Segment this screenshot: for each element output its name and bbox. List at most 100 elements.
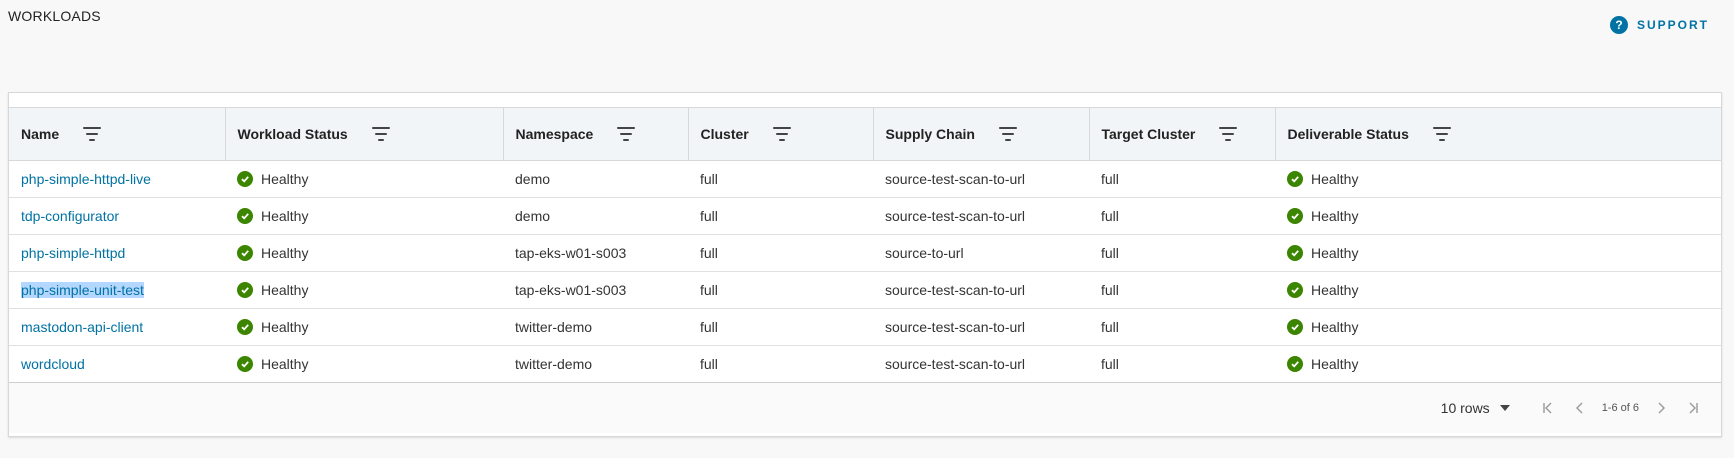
status-text: Healthy xyxy=(261,244,309,261)
cell-cluster: full xyxy=(688,160,873,198)
column-header-workload-status: Workload Status xyxy=(225,108,504,161)
check-circle-icon xyxy=(237,207,253,224)
column-header-label: Namespace xyxy=(515,125,594,142)
status-text: Healthy xyxy=(1311,170,1359,187)
next-page-button[interactable] xyxy=(1650,397,1672,419)
support-label: SUPPORT xyxy=(1636,18,1709,32)
cell-deliverable-status: Healthy xyxy=(1275,308,1721,346)
cell-namespace: tap-eks-w01-s003 xyxy=(503,234,688,272)
check-circle-icon xyxy=(237,355,253,372)
help-circle-icon: ? xyxy=(1609,16,1628,34)
check-circle-icon xyxy=(1287,318,1303,335)
cell-supply-chain: source-test-scan-to-url xyxy=(873,271,1089,309)
status-text: Healthy xyxy=(1311,318,1359,335)
cell-namespace: twitter-demo xyxy=(503,345,688,383)
column-header-target-cluster: Target Cluster xyxy=(1089,108,1276,161)
cell-namespace: demo xyxy=(503,197,688,235)
table-row: wordcloud Healthy twitter-demo full sour… xyxy=(9,345,1721,383)
first-page-icon xyxy=(1542,402,1552,413)
check-circle-icon xyxy=(237,170,253,187)
check-circle-icon xyxy=(1287,244,1303,261)
column-header-name: Name xyxy=(9,108,226,161)
check-circle-icon xyxy=(237,318,253,335)
workloads-table: Name Workload Status Namespace Cluster S… xyxy=(9,108,1721,383)
workload-link[interactable]: php-simple-httpd xyxy=(21,245,125,261)
status-text: Healthy xyxy=(261,170,309,187)
cell-deliverable-status: Healthy xyxy=(1275,234,1721,272)
table-row: php-simple-unit-test Healthy tap-eks-w01… xyxy=(9,271,1721,309)
column-header-label: Target Cluster xyxy=(1101,125,1196,142)
cell-namespace: twitter-demo xyxy=(503,308,688,346)
cell-cluster: full xyxy=(688,308,873,346)
filter-icon[interactable] xyxy=(997,125,1019,143)
support-link[interactable]: ? SUPPORT xyxy=(1609,16,1709,34)
status-text: Healthy xyxy=(261,318,309,335)
page-info: 1-6 of 6 xyxy=(1601,401,1639,414)
cell-name: mastodon-api-client xyxy=(9,308,225,346)
status-text: Healthy xyxy=(1311,281,1359,298)
filter-icon[interactable] xyxy=(615,125,637,143)
last-page-button[interactable] xyxy=(1682,397,1704,419)
cell-target-cluster: full xyxy=(1089,197,1275,235)
cell-cluster: full xyxy=(688,197,873,235)
cell-target-cluster: full xyxy=(1089,345,1275,383)
column-header-cluster: Cluster xyxy=(688,108,874,161)
filter-icon[interactable] xyxy=(1431,125,1453,143)
status-text: Healthy xyxy=(261,281,309,298)
check-circle-icon xyxy=(237,281,253,298)
cell-cluster: full xyxy=(688,345,873,383)
cell-cluster: full xyxy=(688,271,873,309)
page-title: WORKLOADS xyxy=(8,8,101,24)
datagrid-footer: 10 rows 1-6 of 6 xyxy=(9,382,1721,433)
cell-workload-status: Healthy xyxy=(225,234,503,272)
workload-link[interactable]: php-simple-httpd-live xyxy=(21,171,151,187)
cell-target-cluster: full xyxy=(1089,234,1275,272)
filter-icon[interactable] xyxy=(370,125,392,143)
status-text: Healthy xyxy=(1311,355,1359,372)
rows-per-page-select[interactable]: 10 rows xyxy=(1441,400,1510,416)
cell-supply-chain: source-test-scan-to-url xyxy=(873,308,1089,346)
cell-name: php-simple-unit-test xyxy=(9,271,225,309)
chevron-left-icon xyxy=(1575,402,1583,413)
cell-workload-status: Healthy xyxy=(225,308,503,346)
status-text: Healthy xyxy=(261,207,309,224)
cell-workload-status: Healthy xyxy=(225,345,503,383)
cell-supply-chain: source-test-scan-to-url xyxy=(873,197,1089,235)
cell-workload-status: Healthy xyxy=(225,197,503,235)
grid-top-border xyxy=(9,93,1721,108)
column-header-deliverable-status: Deliverable Status xyxy=(1275,108,1721,161)
check-circle-icon xyxy=(1287,281,1303,298)
cell-supply-chain: source-to-url xyxy=(873,234,1089,272)
cell-namespace: tap-eks-w01-s003 xyxy=(503,271,688,309)
cell-cluster: full xyxy=(688,234,873,272)
check-circle-icon xyxy=(1287,355,1303,372)
table-row: php-simple-httpd-live Healthy demo full … xyxy=(9,160,1721,198)
column-header-label: Workload Status xyxy=(237,125,348,142)
cell-deliverable-status: Healthy xyxy=(1275,160,1721,198)
previous-page-button[interactable] xyxy=(1569,397,1591,419)
status-text: Healthy xyxy=(261,355,309,372)
column-header-label: Name xyxy=(21,125,60,142)
workload-link[interactable]: wordcloud xyxy=(21,356,85,372)
cell-name: php-simple-httpd xyxy=(9,234,225,272)
workload-link[interactable]: tdp-configurator xyxy=(21,208,119,224)
check-circle-icon xyxy=(237,244,253,261)
table-row: tdp-configurator Healthy demo full sourc… xyxy=(9,197,1721,235)
table-header-row: Name Workload Status Namespace Cluster S… xyxy=(9,108,1721,161)
cell-name: tdp-configurator xyxy=(9,197,225,235)
cell-target-cluster: full xyxy=(1089,271,1275,309)
workload-link[interactable]: mastodon-api-client xyxy=(21,319,143,335)
last-page-icon xyxy=(1689,402,1698,413)
first-page-button[interactable] xyxy=(1537,397,1559,419)
workload-link[interactable]: php-simple-unit-test xyxy=(21,281,144,298)
filter-icon[interactable] xyxy=(1217,125,1239,143)
filter-icon[interactable] xyxy=(771,125,793,143)
cell-name: wordcloud xyxy=(9,345,225,383)
cell-workload-status: Healthy xyxy=(225,271,503,309)
cell-supply-chain: source-test-scan-to-url xyxy=(873,160,1089,198)
filter-icon[interactable] xyxy=(81,125,103,143)
cell-target-cluster: full xyxy=(1089,308,1275,346)
column-header-supply-chain: Supply Chain xyxy=(873,108,1090,161)
check-circle-icon xyxy=(1287,170,1303,187)
workloads-datagrid: Name Workload Status Namespace Cluster S… xyxy=(8,92,1722,437)
